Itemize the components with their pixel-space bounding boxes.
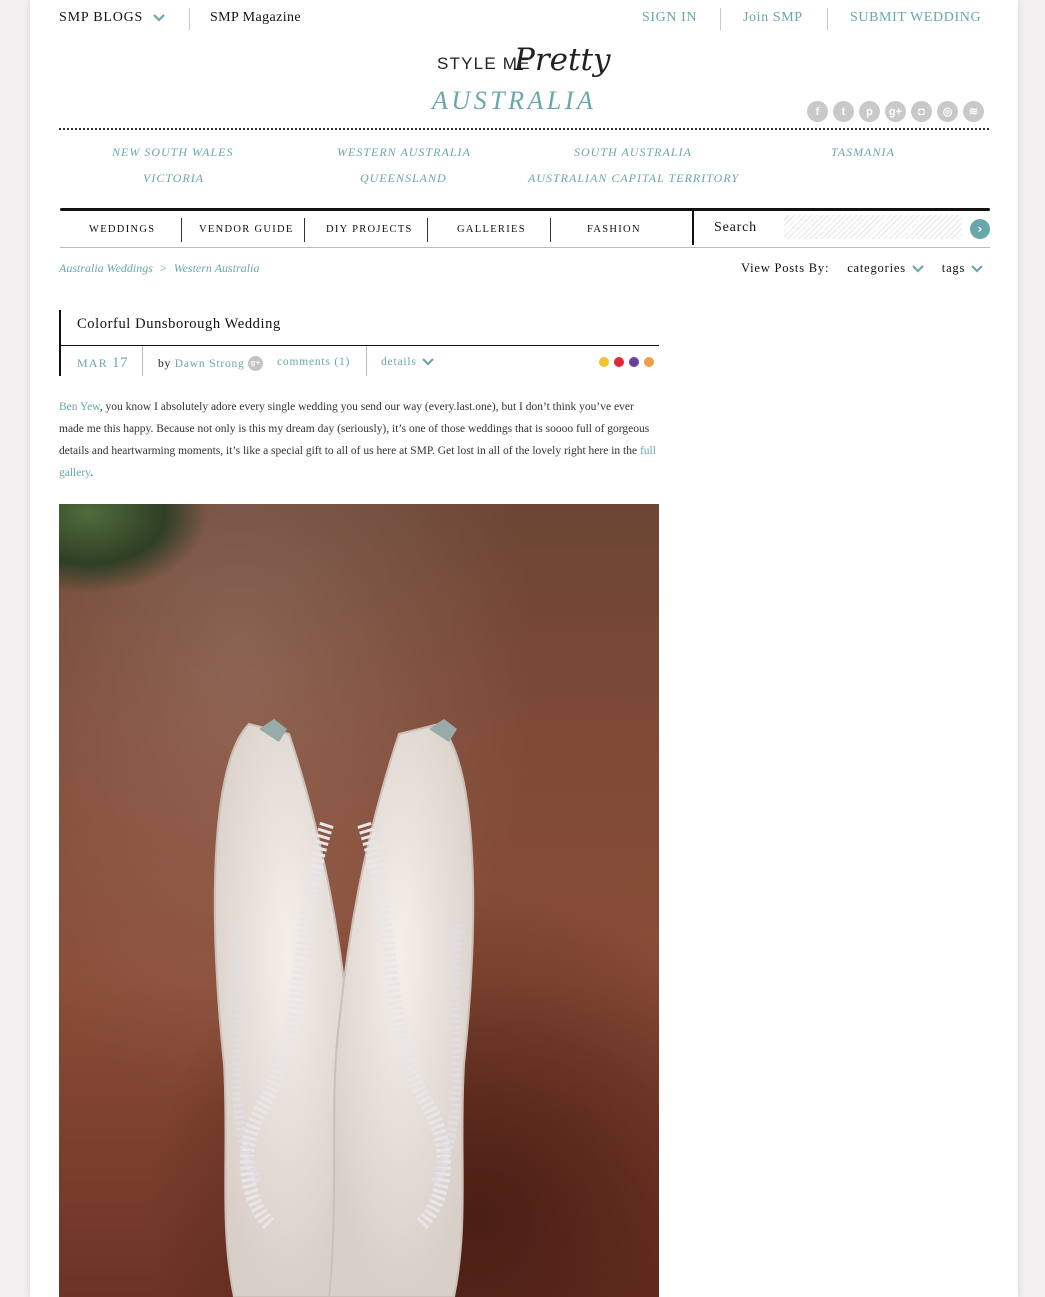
details-dropdown[interactable]: details — [381, 356, 435, 368]
chevron-down-icon — [422, 358, 435, 366]
search-submit-arrow-icon[interactable]: › — [970, 219, 990, 239]
shoes-illustration — [213, 719, 475, 1297]
post-body: Ben Yew, you know I absolutely adore eve… — [59, 396, 661, 484]
page: SMP BLOGS SMP Magazine SIGN IN Join SMP … — [30, 0, 1018, 1297]
twitter-icon[interactable]: t — [833, 101, 854, 122]
by-label: by — [158, 358, 172, 370]
chevron-down-icon — [153, 14, 166, 22]
nav-galleries[interactable]: GALLERIES — [457, 224, 526, 235]
categories-label: categories — [847, 261, 906, 275]
region-south-australia[interactable]: SOUTH AUSTRALIA — [574, 145, 692, 160]
join-smp-link[interactable]: Join SMP — [743, 10, 803, 26]
search-box: Search › — [692, 211, 990, 245]
region-act[interactable]: AUSTRALIAN CAPITAL TERRITORY — [528, 171, 739, 186]
post-date: MAR 17 — [77, 354, 128, 372]
post-body-text: , you know I absolutely adore every sing… — [59, 401, 650, 457]
instagram-icon[interactable]: ◘ — [911, 101, 932, 122]
nav-divider — [304, 218, 305, 242]
divider — [720, 8, 721, 30]
region-victoria[interactable]: VICTORIA — [143, 171, 204, 186]
region-new-south-wales[interactable]: NEW SOUTH WALES — [112, 145, 234, 160]
view-posts-label: View Posts By: — [741, 261, 830, 275]
google-plus-icon[interactable]: g+ — [885, 101, 906, 122]
nav-bottom-rule — [60, 247, 990, 248]
tags-label: tags — [941, 261, 966, 275]
vimeo-icon[interactable]: ◎ — [937, 101, 958, 122]
post-day: 17 — [111, 355, 128, 371]
pinterest-icon[interactable]: p — [859, 101, 880, 122]
post-body-end: . — [90, 467, 94, 479]
color-palette — [599, 357, 654, 367]
facebook-icon[interactable]: f — [807, 101, 828, 122]
sign-in-link[interactable]: SIGN IN — [642, 10, 697, 26]
nav-divider — [550, 218, 551, 242]
view-posts-by: View Posts By: categories tags — [741, 261, 983, 276]
categories-dropdown[interactable]: categories — [847, 261, 924, 275]
region-queensland[interactable]: QUEENSLAND — [360, 171, 447, 186]
divider — [827, 8, 828, 30]
color-swatch[interactable] — [629, 357, 639, 367]
post-photo-wedding-shoes[interactable] — [59, 504, 659, 1297]
logo-australia: AUSTRALIA — [432, 86, 597, 115]
comments-link[interactable]: comments (1) — [277, 356, 350, 368]
post-byline: by Dawn Strong g+ — [158, 356, 264, 371]
social-icons: f t p g+ ◘ ◎ ≋ — [807, 101, 984, 122]
search-input[interactable] — [784, 215, 962, 239]
post-title-rule — [59, 345, 659, 346]
color-swatch[interactable] — [614, 357, 624, 367]
region-western-australia[interactable]: WESTERN AUSTRALIA — [337, 145, 471, 160]
nav-fashion[interactable]: FASHION — [587, 224, 641, 235]
google-plus-icon[interactable]: g+ — [248, 356, 264, 371]
breadcrumb: Australia Weddings > Western Australia — [59, 261, 259, 276]
top-bar-left: SMP BLOGS SMP Magazine — [59, 8, 359, 30]
post-month: MAR — [77, 356, 108, 370]
author-link[interactable]: Dawn Strong — [175, 358, 245, 370]
smp-blogs-label: SMP BLOGS — [59, 10, 144, 25]
search-label: Search — [714, 220, 757, 235]
nav-divider — [427, 218, 428, 242]
tags-dropdown[interactable]: tags — [942, 261, 983, 275]
chevron-down-icon — [971, 265, 983, 273]
smp-magazine-link[interactable]: SMP Magazine — [210, 10, 301, 26]
rss-icon[interactable]: ≋ — [963, 101, 984, 122]
chevron-down-icon — [912, 265, 924, 273]
post-accent-bar — [59, 310, 61, 376]
region-tasmania[interactable]: TASMANIA — [831, 145, 895, 160]
meta-divider — [366, 346, 367, 376]
divider — [189, 8, 190, 30]
color-swatch[interactable] — [644, 357, 654, 367]
nav-divider — [181, 218, 182, 242]
meta-divider — [142, 346, 143, 376]
submit-wedding-link[interactable]: SUBMIT WEDDING — [850, 10, 981, 26]
color-swatch[interactable] — [599, 357, 609, 367]
nav-weddings[interactable]: WEDDINGS — [89, 224, 155, 235]
post-title[interactable]: Colorful Dunsborough Wedding — [77, 316, 281, 333]
breadcrumb-separator: > — [159, 261, 167, 275]
logo-pretty: Pretty — [514, 42, 611, 78]
breadcrumb-western-australia[interactable]: Western Australia — [174, 261, 260, 275]
nav-vendor-guide[interactable]: VENDOR GUIDE — [199, 224, 294, 235]
nav-diy-projects[interactable]: DIY PROJECTS — [326, 224, 413, 235]
smp-blogs-menu[interactable]: SMP BLOGS — [59, 10, 166, 26]
details-label: details — [381, 356, 417, 368]
photographer-link[interactable]: Ben Yew — [59, 401, 100, 413]
breadcrumb-australia-weddings[interactable]: Australia Weddings — [59, 261, 153, 275]
header-divider — [59, 128, 989, 130]
